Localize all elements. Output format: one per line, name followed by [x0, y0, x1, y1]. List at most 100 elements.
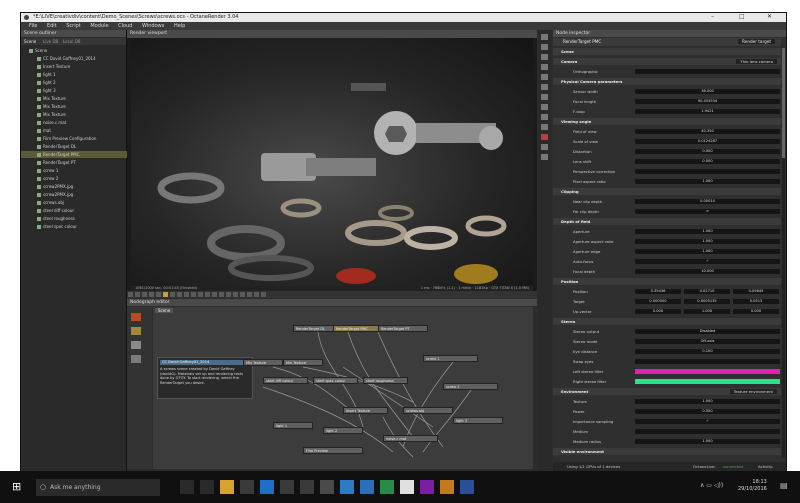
texture-icon[interactable] [541, 114, 548, 120]
tray-icons[interactable]: ∧ ▭ ◁)) [700, 482, 723, 489]
inspector-property[interactable]: Focal depth 10.000 [553, 268, 781, 275]
outliner-item[interactable]: RenderTarget DL [21, 143, 142, 150]
value-slider[interactable] [635, 169, 780, 174]
value-slider[interactable]: 1.000 [635, 399, 780, 404]
material-node-icon[interactable] [131, 355, 141, 363]
inspector-section[interactable]: Position [553, 278, 781, 285]
inspector-property[interactable]: Medium [553, 428, 781, 435]
value-slider[interactable]: 0.100 [635, 349, 780, 354]
value-slider[interactable]: Disabled [635, 329, 780, 334]
medium-icon[interactable] [541, 134, 548, 140]
environment-icon[interactable] [541, 54, 548, 60]
app-icon[interactable] [400, 480, 414, 494]
inspector-property[interactable]: Power 0.500 [553, 408, 781, 415]
tab-live-db[interactable]: Live DB [43, 39, 58, 44]
clay-icon[interactable] [247, 292, 252, 297]
graph-node[interactable]: steel roughness [363, 377, 408, 384]
inspector-property[interactable]: Target 0.000000 0.0005135 0.0513 [553, 298, 781, 305]
inspector-property[interactable]: Scale of view 0.0124287 [553, 138, 781, 145]
inspector-section[interactable]: Visible environment [553, 448, 781, 455]
inspector-property[interactable]: Importance sampling ✓ [553, 418, 781, 425]
inspector-property[interactable]: Eye distance 0.100 [553, 348, 781, 355]
graph-node[interactable]: light 2 [323, 427, 363, 434]
notification-icon[interactable]: ▤ [780, 481, 790, 491]
graph-node[interactable]: light 3 [453, 417, 503, 424]
value-slider[interactable]: 1.000 [635, 179, 780, 184]
value-slider[interactable]: 10.000 [635, 269, 780, 274]
inspector-section[interactable]: Camera Thin lens camera [553, 58, 781, 65]
kernel-icon[interactable] [541, 64, 548, 70]
graph-node[interactable]: Insert Texture [343, 407, 388, 414]
inspector-property[interactable]: Near clip depth 0.00010 [553, 198, 781, 205]
tab-local-db[interactable]: Local DB [63, 39, 80, 44]
subsample-icon[interactable] [254, 292, 259, 297]
color-swatch[interactable] [635, 379, 780, 384]
pause-icon[interactable] [163, 292, 168, 297]
graph-node[interactable]: steel spec colour [313, 377, 358, 384]
close-button[interactable]: ✕ [767, 13, 772, 20]
value-slider[interactable] [635, 429, 780, 434]
app-icon[interactable] [360, 480, 374, 494]
target-type-dropdown[interactable]: Render target [738, 39, 775, 44]
vector-field[interactable]: 0.000 [635, 309, 681, 314]
value-slider[interactable]: 0.500 [635, 409, 780, 414]
inspector-property[interactable]: Medium radius 1.000 [553, 438, 781, 445]
vector-field[interactable]: 0.000 [733, 309, 779, 314]
outliner-item[interactable]: steel roughness [21, 215, 142, 222]
inspector-property[interactable]: Aperture aspect ratio 1.000 [553, 238, 781, 245]
task-view-icon[interactable] [200, 480, 214, 494]
minimize-button[interactable]: – [711, 13, 714, 20]
value-slider[interactable]: 0.00010 [635, 199, 780, 204]
outliner-item[interactable]: Scene [21, 47, 134, 54]
pick-focus-icon[interactable] [191, 292, 196, 297]
graph-node[interactable]: screws.obj [403, 407, 453, 414]
inspector-section[interactable]: Clipping [553, 188, 781, 195]
inspector-property[interactable]: Position 0.39436 0.02710 0.09849 [553, 288, 781, 295]
vector-field[interactable]: 0.39436 [635, 289, 681, 294]
graph-node[interactable]: steel diff colour [263, 377, 308, 384]
vector-field[interactable]: 0.02710 [684, 289, 730, 294]
inspector-property[interactable]: Left stereo filter [553, 368, 781, 375]
graph-node[interactable]: Mix Texture [283, 359, 323, 366]
inspector-section[interactable]: Physical Camera parameters [553, 78, 781, 85]
outliner-item[interactable]: screw2PMX.jpg [21, 183, 142, 190]
value-slider[interactable]: Off-axis [635, 339, 780, 344]
inspector-property[interactable]: Lens shift 0.000 [553, 158, 781, 165]
outliner-item[interactable]: steel spec colour [21, 223, 142, 230]
inspector-section[interactable]: Depth of field [553, 218, 781, 225]
vector-field[interactable]: 0.0513 [733, 299, 779, 304]
camera-node-icon[interactable] [131, 313, 141, 321]
outliner-item[interactable]: Mix Texture [21, 111, 142, 118]
menu-help[interactable]: Help [174, 22, 185, 30]
inspector-property[interactable]: Stereo mode Off-axis [553, 338, 781, 345]
material-icon[interactable] [541, 104, 548, 110]
inspector-property[interactable]: Swap eyes [553, 358, 781, 365]
outliner-item[interactable]: Mix Texture [21, 103, 142, 110]
camera-icon[interactable] [541, 44, 548, 50]
outliner-item[interactable]: CC David Gaffney01_2014 [21, 55, 142, 62]
reset-icon[interactable] [240, 292, 245, 297]
maximize-button[interactable]: □ [739, 13, 745, 20]
graph-node[interactable]: RenderTarget PT [378, 325, 428, 332]
pick-object-icon[interactable] [205, 292, 210, 297]
outliner-item[interactable]: screw 1 [21, 167, 142, 174]
inspector-property[interactable]: Stereo output Disabled [553, 328, 781, 335]
inspector-property[interactable]: Field of view 40.350 [553, 128, 781, 135]
outliner-item[interactable]: light 3 [21, 87, 142, 94]
nodegraph-canvas[interactable]: Scene CC David Gaffney01_2014 A screws s… [153, 307, 533, 469]
inspector-property[interactable]: Up-vector 0.000 1.000 0.000 [553, 308, 781, 315]
app-icon[interactable] [460, 480, 474, 494]
geometry-icon[interactable] [541, 94, 548, 100]
value-slider[interactable]: ∞ [635, 209, 780, 214]
transform-icon[interactable] [541, 144, 548, 150]
render-image[interactable] [131, 38, 533, 286]
postproc-icon[interactable] [541, 84, 548, 90]
inspector-property[interactable]: Far clip depth ∞ [553, 208, 781, 215]
search-box[interactable]: ○ Ask me anything [36, 479, 160, 496]
play-icon[interactable] [170, 292, 175, 297]
value-slider[interactable]: 1.000 [635, 249, 780, 254]
value-slider[interactable]: 1.000 [635, 239, 780, 244]
section-type-dropdown[interactable]: Thin lens camera [736, 59, 777, 64]
menu-windows[interactable]: Windows [142, 22, 164, 30]
camera-icon[interactable] [184, 292, 189, 297]
